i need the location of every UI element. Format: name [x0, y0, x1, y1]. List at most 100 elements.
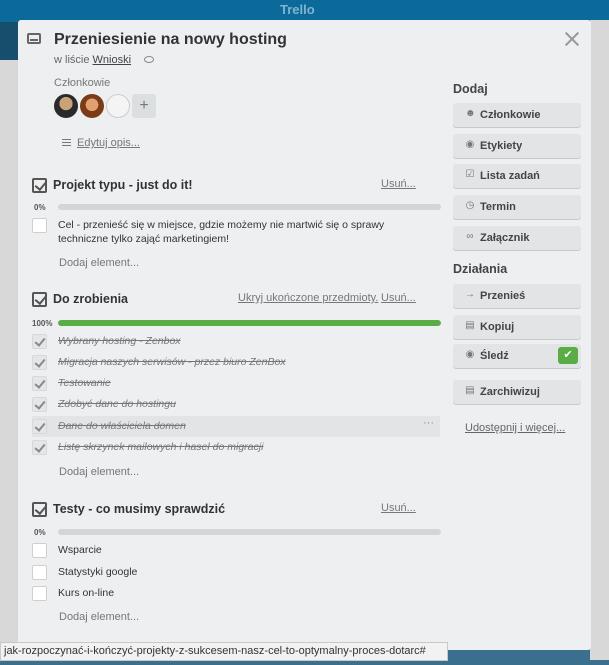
- card-list-info: w liście Wnioski: [54, 54, 155, 66]
- checklist-item-checkbox[interactable]: [32, 376, 47, 391]
- board-header: Trello: [0, 0, 609, 22]
- add-item-link[interactable]: Dodaj element...: [59, 257, 139, 269]
- checklist-progress-bar: [58, 529, 441, 535]
- members-label: Członkowie: [54, 77, 111, 89]
- members-button[interactable]: ☻ Członkowie: [453, 103, 581, 127]
- checklist-title[interactable]: Testy - co musimy sprawdzić: [53, 502, 225, 516]
- actions-heading: Działania: [453, 262, 508, 276]
- close-icon[interactable]: [563, 30, 581, 48]
- attachment-button[interactable]: ∞ Załącznik: [453, 226, 581, 250]
- arrow-right-icon: →: [465, 289, 475, 300]
- checklist-item-checkbox[interactable]: [32, 419, 47, 434]
- checklist-percent: 0%: [34, 528, 46, 537]
- checklist-item-checkbox[interactable]: [32, 543, 47, 558]
- delete-checklist-link[interactable]: Usuń...: [381, 502, 416, 514]
- move-button-label: Przenieś: [480, 290, 526, 302]
- checklist-item[interactable]: Kurs on-line: [32, 583, 440, 604]
- checklist-item-checkbox[interactable]: [32, 440, 47, 455]
- checklist-progress-bar: [58, 204, 441, 210]
- clock-icon: ◷: [465, 200, 475, 211]
- checklist-item-text[interactable]: Zdobyć dane do hostingu: [58, 398, 176, 410]
- checklist-item-text[interactable]: techniczne tylko zająć marketingiem!: [58, 233, 229, 245]
- checklist-percent: 0%: [34, 203, 46, 212]
- card-detail-modal: Przeniesienie na nowy hosting w liście W…: [18, 20, 591, 650]
- edit-description-link[interactable]: Edytuj opis...: [62, 137, 140, 149]
- checklist-icon: [32, 502, 47, 517]
- add-item-link[interactable]: Dodaj element...: [59, 611, 139, 623]
- checklist-item[interactable]: Wybrany hosting - Zenbox: [32, 331, 440, 352]
- checklist-item-text[interactable]: Wybrany hosting - Zenbox: [58, 335, 181, 347]
- checklist-item[interactable]: Listę skrzynek mailowych i haseł do migr…: [32, 437, 440, 458]
- check-icon: ✔: [558, 347, 578, 364]
- avatar[interactable]: [80, 94, 104, 118]
- checklist-item-text[interactable]: Migracja naszych serwisów - przez biuro …: [58, 356, 286, 368]
- checklist-item-text[interactable]: Kurs on-line: [58, 587, 114, 599]
- due-date-button-label: Termin: [480, 201, 516, 213]
- add-item-link[interactable]: Dodaj element...: [59, 466, 139, 478]
- checklist-item-text[interactable]: Testowanie: [58, 377, 111, 389]
- trello-logo: Trello: [280, 2, 315, 17]
- copy-button-label: Kopiuj: [480, 321, 515, 333]
- hide-completed-link[interactable]: Ukryj ukończone przedmioty.: [238, 292, 378, 304]
- add-heading: Dodaj: [453, 82, 488, 96]
- checklist-item-checkbox[interactable]: [32, 355, 47, 370]
- archive-button[interactable]: ▤ Zarchiwizuj: [453, 380, 581, 404]
- progress-fill: [58, 320, 441, 326]
- checklist-item-text[interactable]: Listę skrzynek mailowych i haseł do migr…: [58, 441, 263, 453]
- checklist-item[interactable]: Testowanie: [32, 373, 440, 394]
- checklist-item-checkbox[interactable]: [32, 586, 47, 601]
- checklist-progress-bar: [58, 320, 441, 326]
- item-menu-icon[interactable]: ···: [423, 417, 434, 429]
- labels-button[interactable]: ◉ Etykiety: [453, 134, 581, 158]
- board-list-right: [590, 20, 609, 660]
- checklist-item-text[interactable]: Statystyki google: [58, 566, 137, 578]
- checklist-item[interactable]: Migracja naszych serwisów - przez biuro …: [32, 352, 440, 373]
- checklist-button[interactable]: ☑ Lista zadań: [453, 164, 581, 188]
- watch-button-label: Śledź: [480, 350, 509, 362]
- archive-button-label: Zarchiwizuj: [480, 386, 540, 398]
- add-member-button[interactable]: +: [132, 94, 156, 118]
- checklist-item[interactable]: Statystyki google: [32, 562, 440, 583]
- move-button[interactable]: → Przenieś: [453, 284, 581, 308]
- copy-button[interactable]: ▤ Kopiuj: [453, 315, 581, 339]
- checklist-title[interactable]: Do zrobienia: [53, 292, 128, 306]
- checklist-item[interactable]: Dane do właściciela domen ···: [32, 416, 440, 437]
- avatar[interactable]: [106, 94, 130, 118]
- delete-checklist-link[interactable]: Usuń...: [381, 292, 416, 304]
- labels-button-label: Etykiety: [480, 140, 523, 152]
- eye-icon: ◉: [465, 349, 475, 360]
- card-icon: [27, 33, 41, 44]
- checklist-item[interactable]: Wsparcie: [32, 540, 440, 561]
- person-icon: ☻: [465, 108, 476, 119]
- list-link[interactable]: Wnioski: [93, 54, 132, 66]
- card-title[interactable]: Przeniesienie na nowy hosting: [54, 31, 287, 49]
- checklist-item-text[interactable]: Dane do właściciela domen: [58, 420, 186, 432]
- checklist-button-label: Lista zadań: [480, 170, 540, 182]
- tag-icon: ◉: [465, 139, 475, 150]
- checklist-item[interactable]: Zdobyć dane do hostingu: [32, 394, 440, 415]
- checklist-item-continuation[interactable]: techniczne tylko zająć marketingiem!: [32, 229, 440, 250]
- checklist-icon: [32, 292, 47, 307]
- card-icon: ▤: [465, 320, 475, 331]
- description-icon: [62, 139, 71, 146]
- browser-status-bar: jak-rozpoczynać-i-kończyć-projekty-z-suk…: [0, 642, 448, 661]
- board-list-left: [0, 60, 18, 660]
- checklist-icon: [32, 178, 47, 193]
- checklist-title[interactable]: Projekt typu - just do it!: [53, 178, 193, 192]
- checklist-item-checkbox[interactable]: [32, 397, 47, 412]
- delete-checklist-link[interactable]: Usuń...: [381, 178, 416, 190]
- checklist-percent: 100%: [32, 319, 53, 328]
- members-button-label: Członkowie: [480, 109, 541, 121]
- checklist-icon: ☑: [465, 169, 475, 180]
- paperclip-icon: ∞: [466, 231, 474, 242]
- archive-icon: ▤: [465, 385, 475, 396]
- avatar[interactable]: [54, 94, 78, 118]
- share-and-more-link[interactable]: Udostępnij i więcej...: [465, 422, 565, 434]
- due-date-button[interactable]: ◷ Termin: [453, 195, 581, 219]
- in-list-prefix: w liście: [54, 54, 90, 66]
- watch-button[interactable]: ◉ Śledź ✔: [453, 344, 581, 368]
- eye-icon: [144, 56, 155, 63]
- checklist-item-text[interactable]: Wsparcie: [58, 544, 102, 556]
- checklist-item-checkbox[interactable]: [32, 334, 47, 349]
- checklist-item-checkbox[interactable]: [32, 565, 47, 580]
